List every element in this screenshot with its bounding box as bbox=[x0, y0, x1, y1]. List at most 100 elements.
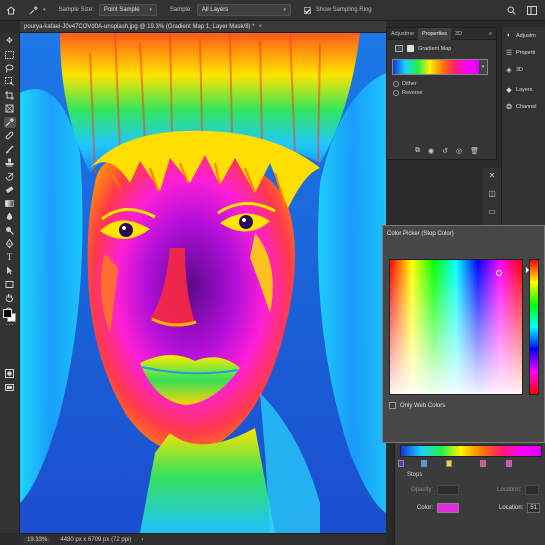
color-stop[interactable] bbox=[398, 460, 404, 467]
stops-label: Stops bbox=[407, 472, 423, 478]
screen-mode-icon[interactable] bbox=[4, 382, 16, 393]
gradient-tool-icon[interactable] bbox=[4, 198, 16, 209]
spot-healing-brush-icon[interactable] bbox=[4, 131, 16, 142]
layer-type-label: Gradient Map bbox=[418, 45, 452, 52]
status-chevron-icon[interactable]: › bbox=[141, 537, 143, 543]
chevron-down-icon: ▾ bbox=[283, 7, 286, 13]
show-sampling-ring-checkbox[interactable] bbox=[303, 6, 311, 14]
view-previous-icon[interactable]: ◉ bbox=[428, 147, 434, 155]
dock-3d-label: 3D bbox=[516, 66, 524, 73]
clone-stamp-icon[interactable] bbox=[4, 158, 16, 169]
options-bar: ▾ Sample Size: Point Sample ▾ Sample: Al… bbox=[0, 0, 545, 21]
tool-preset-chevron-icon[interactable]: ▾ bbox=[43, 7, 46, 13]
eraser-tool-icon[interactable] bbox=[4, 185, 16, 196]
tab-properties[interactable]: Properties bbox=[417, 27, 452, 40]
gradient-preview[interactable]: ▾ bbox=[392, 59, 488, 75]
mask-icon[interactable] bbox=[407, 45, 414, 52]
tools-collapse-icon[interactable]: ✕ bbox=[489, 171, 496, 180]
layer-type-row: Gradient Map bbox=[387, 40, 496, 52]
document-canvas[interactable] bbox=[20, 33, 386, 533]
reverse-option[interactable]: Reverse bbox=[387, 87, 496, 96]
stop-color-swatch[interactable] bbox=[437, 503, 460, 513]
panel-menu-icon[interactable]: ≡ bbox=[489, 31, 496, 37]
status-bar: 19.33% 4480 px x 6709 px (72 ppi) › bbox=[20, 533, 386, 545]
sample-value: All Layers bbox=[201, 7, 229, 13]
only-web-colors-option[interactable]: Only Web Colors bbox=[389, 402, 445, 409]
right-dock: ◐ Adjustm ☰ Properti ◈ 3D ◆ Layers ❂ Cha… bbox=[501, 27, 545, 227]
adjustments-icon: ◐ bbox=[506, 32, 512, 39]
gradient-bar[interactable] bbox=[400, 445, 542, 457]
only-web-colors-checkbox[interactable] bbox=[389, 402, 396, 409]
delete-icon[interactable]: 🗑 bbox=[470, 147, 479, 155]
color-label: Color: bbox=[417, 505, 434, 511]
object-selection-tool-icon[interactable] bbox=[4, 77, 16, 88]
dock-item-3d[interactable]: ◈ 3D bbox=[502, 61, 545, 78]
reset-icon[interactable]: ↺ bbox=[442, 147, 448, 155]
color-row: Color: bbox=[417, 503, 460, 513]
foreground-color-swatch[interactable] bbox=[3, 309, 12, 318]
color-picker-title: Color Picker (Stop Color) bbox=[383, 226, 544, 241]
dither-option[interactable]: Dither bbox=[387, 75, 496, 87]
opacity-location-field[interactable] bbox=[525, 485, 540, 495]
tab-3d[interactable]: 3D bbox=[451, 28, 466, 40]
dock-properties-label: Properti bbox=[516, 49, 536, 56]
document-tab[interactable]: pourya-kafaei-J0v47COVd0A-unsplash.jpg @… bbox=[20, 21, 386, 33]
history-brush-icon[interactable] bbox=[4, 171, 16, 182]
layer-comps-icon[interactable]: ▭ bbox=[488, 207, 496, 216]
sample-select[interactable]: All Layers ▾ bbox=[196, 4, 291, 16]
hue-slider[interactable] bbox=[529, 259, 539, 395]
dock-item-layers[interactable]: ◆ Layers bbox=[502, 81, 545, 98]
color-stop[interactable] bbox=[421, 460, 427, 467]
document-title: pourya-kafaei-J0v47COVd0A-unsplash.jpg @… bbox=[24, 23, 255, 30]
hand-tool-icon[interactable] bbox=[4, 293, 16, 304]
sample-size-select[interactable]: Point Sample ▾ bbox=[98, 4, 157, 16]
blur-tool-icon[interactable] bbox=[4, 212, 16, 223]
lasso-tool-icon[interactable] bbox=[4, 63, 16, 74]
sample-size-label: Sample Size: bbox=[58, 7, 94, 13]
chevron-down-icon: ▾ bbox=[149, 7, 152, 13]
reverse-checkbox[interactable] bbox=[393, 90, 399, 96]
brush-tool-icon[interactable] bbox=[4, 144, 16, 155]
color-field[interactable] bbox=[389, 259, 523, 395]
quick-mask-icon[interactable] bbox=[4, 369, 16, 380]
dock-item-channels[interactable]: ❂ Channel bbox=[502, 98, 545, 115]
home-icon[interactable] bbox=[6, 5, 16, 15]
opacity-field[interactable] bbox=[437, 485, 460, 495]
channels-icon: ❂ bbox=[506, 103, 512, 111]
frame-tool-icon[interactable] bbox=[4, 104, 16, 115]
color-location-field[interactable]: 51 bbox=[527, 503, 541, 513]
tab-adjustments[interactable]: Adjustme bbox=[387, 28, 418, 40]
move-tool-icon[interactable]: ✥ bbox=[4, 36, 16, 47]
path-selection-icon[interactable] bbox=[4, 266, 16, 277]
clip-to-layer-icon[interactable]: ⧉ bbox=[415, 147, 420, 155]
chevron-down-icon[interactable]: ▾ bbox=[479, 60, 487, 74]
pen-tool-icon[interactable] bbox=[4, 239, 16, 250]
document-info: 4480 px x 6709 px (72 ppi) bbox=[60, 536, 132, 543]
marquee-tool-icon[interactable] bbox=[4, 50, 16, 61]
color-stop[interactable] bbox=[480, 460, 486, 467]
dock-item-adjustments[interactable]: ◐ Adjustm bbox=[502, 27, 545, 44]
zoom-level[interactable]: 19.33% bbox=[24, 536, 51, 543]
eyedropper-tool-icon[interactable] bbox=[3, 117, 16, 128]
rectangle-tool-icon[interactable] bbox=[4, 279, 16, 290]
dodge-tool-icon[interactable] bbox=[4, 225, 16, 236]
color-stop[interactable] bbox=[506, 460, 512, 467]
show-sampling-ring-label: Show Sampling Ring bbox=[315, 7, 372, 13]
visibility-icon[interactable]: ◎ bbox=[456, 147, 462, 155]
crop-tool-icon[interactable] bbox=[4, 90, 16, 101]
gradient-swatch[interactable] bbox=[393, 60, 479, 74]
only-web-colors-label: Only Web Colors bbox=[400, 402, 446, 409]
dock-item-properties[interactable]: ☰ Properti bbox=[502, 44, 545, 61]
type-tool-icon[interactable]: T bbox=[4, 252, 16, 263]
color-stop[interactable] bbox=[446, 460, 452, 467]
color-field-cursor[interactable] bbox=[496, 270, 502, 276]
color-picker-dialog: Color Picker (Stop Color) Only Web Color… bbox=[382, 225, 545, 443]
opacity-location-label: Location: bbox=[497, 487, 522, 493]
search-icon[interactable] bbox=[507, 6, 516, 15]
eyedropper-icon[interactable] bbox=[29, 5, 38, 15]
dither-checkbox[interactable] bbox=[393, 81, 399, 87]
properties-footer: ⧉ ◉ ↺ ◎ 🗑 bbox=[415, 147, 479, 155]
close-icon[interactable]: × bbox=[259, 24, 263, 30]
adjust-panel-icon[interactable]: ◫ bbox=[488, 189, 496, 198]
workspace-icon[interactable] bbox=[527, 5, 537, 15]
